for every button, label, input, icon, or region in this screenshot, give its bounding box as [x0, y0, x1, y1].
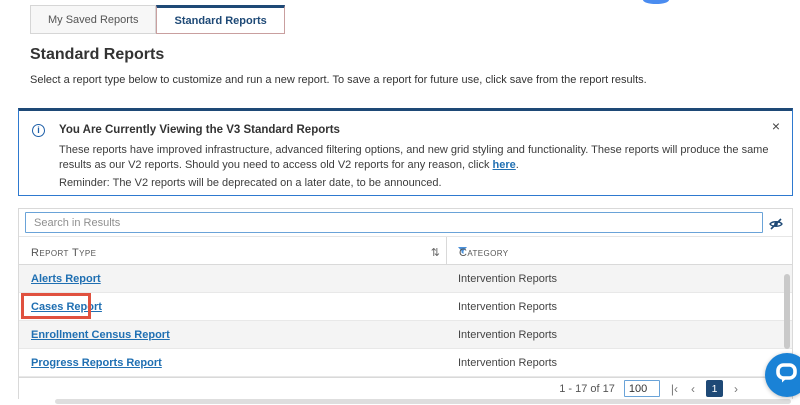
table-row: Progress Reports Report Intervention Rep…: [19, 349, 792, 377]
info-icon: i: [32, 124, 45, 137]
first-page-icon[interactable]: |‹: [669, 382, 680, 396]
report-link-cases[interactable]: Cases Report: [31, 301, 102, 313]
category-cell: Intervention Reports: [458, 328, 558, 341]
category-cell: Intervention Reports: [458, 300, 558, 313]
search-row: [19, 209, 792, 237]
banner-body: These reports have improved infrastructu…: [59, 143, 774, 173]
category-cell: Intervention Reports: [458, 356, 558, 369]
table-row: Cases Report Intervention Reports: [19, 293, 792, 321]
here-link[interactable]: here: [493, 159, 516, 171]
prev-page-icon[interactable]: ‹: [689, 382, 697, 396]
report-link-progress-reports[interactable]: Progress Reports Report: [31, 357, 162, 369]
header-report-type-label: Report Type: [31, 247, 97, 259]
banner-reminder: Reminder: The V2 reports will be depreca…: [59, 177, 442, 189]
reports-table-card: Report Type ⇅ Category Alerts Report Int…: [18, 208, 793, 399]
tab-label: Standard Reports: [174, 14, 267, 27]
page-size-input[interactable]: [623, 380, 660, 397]
category-cell: Intervention Reports: [458, 272, 558, 285]
table-row: Alerts Report Intervention Reports: [19, 265, 792, 293]
header-category[interactable]: Category: [447, 237, 792, 264]
tab-standard-reports[interactable]: Standard Reports: [156, 5, 285, 34]
horizontal-scrollbar-thumb[interactable]: [55, 399, 791, 404]
v3-info-banner: i You Are Currently Viewing the V3 Stand…: [18, 108, 793, 196]
eye-slash-icon[interactable]: [768, 216, 784, 232]
search-input[interactable]: [25, 212, 763, 233]
banner-body-text: These reports have improved infrastructu…: [59, 144, 769, 171]
chat-bubble-icon: [775, 361, 799, 390]
close-icon[interactable]: ×: [772, 119, 780, 133]
banner-title: You Are Currently Viewing the V3 Standar…: [59, 124, 340, 136]
pagination-range-text: 1 - 17 of 17: [559, 382, 615, 395]
report-tabs: My Saved Reports Standard Reports: [30, 5, 285, 34]
report-link-enrollment-census[interactable]: Enrollment Census Report: [31, 329, 170, 341]
table-header-row: Report Type ⇅ Category: [19, 237, 792, 265]
banner-body-period: .: [515, 159, 519, 171]
header-category-label: Category: [459, 247, 509, 259]
pagination-bar: 1 - 17 of 17 |‹ ‹ 1 ›: [19, 377, 792, 399]
vertical-scrollbar-thumb[interactable]: [784, 274, 790, 349]
page-title: Standard Reports: [30, 46, 165, 63]
header-report-type[interactable]: Report Type ⇅: [19, 237, 447, 264]
current-page-button[interactable]: 1: [706, 380, 723, 397]
page-subtitle: Select a report type below to customize …: [30, 74, 647, 86]
tab-label: My Saved Reports: [48, 13, 139, 26]
report-link-alerts[interactable]: Alerts Report: [31, 273, 101, 285]
table-row: Enrollment Census Report Intervention Re…: [19, 321, 792, 349]
next-page-icon[interactable]: ›: [732, 382, 740, 396]
standard-reports-page: My Saved Reports Standard Reports Standa…: [0, 0, 800, 405]
sort-icon[interactable]: ⇅: [431, 246, 440, 259]
tab-my-saved-reports[interactable]: My Saved Reports: [30, 5, 157, 34]
clipped-avatar-button[interactable]: [643, 0, 669, 4]
